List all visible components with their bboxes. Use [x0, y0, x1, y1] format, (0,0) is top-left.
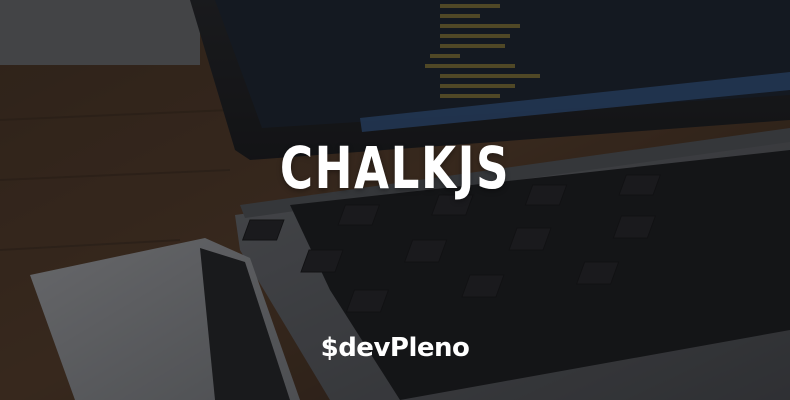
devpleno-logo: $devPleno [320, 333, 470, 363]
hero-banner: CHALKJS $devPleno [0, 0, 790, 400]
banner-title: CHALKJS [279, 134, 511, 202]
